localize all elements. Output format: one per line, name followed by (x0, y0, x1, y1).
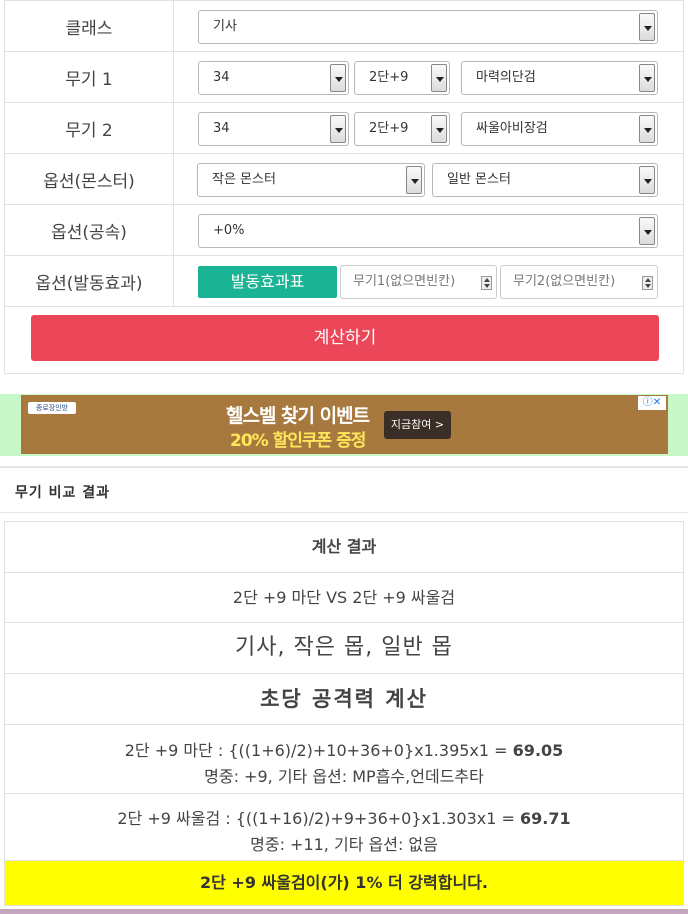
calculator-form: 클래스 기사 무기 1 34 2단+9 마력의단검 무기 2 34 2단+9 싸… (4, 0, 684, 374)
weapon1-type-select[interactable]: 마력의단검 (461, 61, 658, 95)
attack-speed-select[interactable]: +0% (198, 214, 658, 248)
monster-size-value: 작은 몬스터 (212, 172, 276, 187)
weapon1-proc-placeholder: 무기1(없으면빈칸) (353, 274, 456, 289)
chevron-down-icon (431, 64, 447, 92)
weapon1-level-select[interactable]: 34 (198, 61, 349, 95)
chevron-down-icon (639, 13, 655, 41)
chevron-down-icon (639, 166, 655, 194)
row-speed: 옵션(공속) +0% (4, 204, 684, 256)
result-table: 계산 결과 2단 +9 마단 VS 2단 +9 싸울검 기사, 작은 몹, 일반… (4, 521, 684, 906)
weapon2-level-select[interactable]: 34 (198, 112, 349, 146)
weapon2-formula: 2단 +9 싸울검 : {((1+16)/2)+9+36+0}x1.303x1 … (117, 809, 521, 828)
monster-type-select[interactable]: 일반 몬스터 (432, 163, 658, 197)
spinner-icon[interactable] (642, 276, 653, 290)
calculate-button[interactable]: 계산하기 (31, 315, 659, 361)
result-versus: 2단 +9 마단 VS 2단 +9 싸울검 (5, 573, 683, 623)
result-header: 계산 결과 (5, 522, 683, 573)
weapon2-type-value: 싸울아비장검 (476, 121, 548, 136)
ad-subtitle: 20% 할인쿠폰 증정 (230, 431, 366, 451)
ad-info-close-icon[interactable]: ⓘ✕ (638, 396, 666, 410)
chevron-down-icon (330, 115, 346, 143)
monster-size-select[interactable]: 작은 몬스터 (197, 163, 425, 197)
result-conclusion: 2단 +9 싸울검이(가) 1% 더 강력합니다. (5, 861, 683, 905)
section-title: 무기 비교 결과 (15, 485, 111, 501)
class-label: 클래스 (4, 0, 174, 52)
monster-type-value: 일반 몬스터 (447, 172, 511, 187)
weapon2-type-select[interactable]: 싸울아비장검 (461, 112, 658, 146)
calc-row: 계산하기 (4, 307, 684, 374)
weapon1-proc-input[interactable]: 무기1(없으면빈칸) (340, 265, 497, 299)
chevron-down-icon (639, 115, 655, 143)
class-select[interactable]: 기사 (198, 10, 658, 44)
chevron-down-icon (406, 166, 422, 194)
proc-option-label: 옵션(발동효과) (4, 255, 174, 307)
row-weapon1: 무기 1 34 2단+9 마력의단검 (4, 51, 684, 103)
ad-cta-button[interactable]: 지금참여 > (384, 411, 451, 439)
ad-title: 헬스벨 찾기 이벤트 (226, 405, 370, 427)
weapon1-result: 2단 +9 마단 : {((1+6)/2)+10+36+0}x1.395x1 =… (5, 725, 683, 794)
weapon1-detail: 명중: +9, 기타 옵션: MP흡수,언데드추타 (204, 767, 484, 786)
weapon1-dps: 69.05 (512, 741, 564, 760)
weapon2-enchant-value: 2단+9 (369, 121, 409, 136)
weapon2-detail: 명중: +11, 기타 옵션: 없음 (250, 835, 438, 854)
monster-option-label: 옵션(몬스터) (4, 153, 174, 205)
row-monster: 옵션(몬스터) 작은 몬스터 일반 몬스터 (4, 153, 684, 205)
weapon1-type-value: 마력의단검 (476, 70, 536, 85)
weapon2-result: 2단 +9 싸울검 : {((1+16)/2)+9+36+0}x1.303x1 … (5, 794, 683, 861)
section-header: 무기 비교 결과 (0, 466, 688, 513)
chevron-down-icon (639, 64, 655, 92)
weapon2-proc-placeholder: 무기2(없으면빈칸) (513, 274, 616, 289)
weapon1-enchant-select[interactable]: 2단+9 (354, 61, 450, 95)
class-select-value: 기사 (213, 19, 237, 34)
result-mode: 초당 공격력 계산 (5, 674, 683, 725)
row-proc: 옵션(발동효과) 발동효과표 무기1(없으면빈칸) 무기2(없으면빈칸) (4, 255, 684, 307)
weapon1-label: 무기 1 (4, 51, 174, 103)
weapon2-dps: 69.71 (520, 809, 571, 828)
chevron-down-icon (431, 115, 447, 143)
weapon1-level-value: 34 (213, 70, 230, 85)
row-weapon2: 무기 2 34 2단+9 싸울아비장검 (4, 102, 684, 154)
weapon1-formula: 2단 +9 마단 : {((1+6)/2)+10+36+0}x1.395x1 = (124, 741, 513, 760)
attack-speed-value: +0% (213, 223, 245, 238)
chevron-down-icon (330, 64, 346, 92)
ad-content[interactable]: 종로장인방 헬스벨 찾기 이벤트 20% 할인쿠폰 증정 지금참여 > (21, 395, 668, 454)
weapon2-proc-input[interactable]: 무기2(없으면빈칸) (500, 265, 658, 299)
speed-option-label: 옵션(공속) (4, 204, 174, 256)
result-conditions: 기사, 작은 몹, 일반 몹 (5, 623, 683, 674)
weapon2-enchant-select[interactable]: 2단+9 (354, 112, 450, 146)
form-table: 클래스 기사 무기 1 34 2단+9 마력의단검 무기 2 34 2단+9 싸… (4, 0, 684, 307)
chevron-down-icon (639, 217, 655, 245)
row-class: 클래스 기사 (4, 0, 684, 52)
bottom-divider (0, 909, 688, 914)
weapon1-enchant-value: 2단+9 (369, 70, 409, 85)
ad-banner[interactable]: 종로장인방 헬스벨 찾기 이벤트 20% 할인쿠폰 증정 지금참여 > ⓘ✕ (0, 394, 688, 456)
weapon2-label: 무기 2 (4, 102, 174, 154)
spinner-icon[interactable] (481, 276, 492, 290)
ad-logo: 종로장인방 (28, 402, 76, 414)
weapon2-level-value: 34 (213, 121, 230, 136)
proc-table-button[interactable]: 발동효과표 (198, 266, 337, 298)
